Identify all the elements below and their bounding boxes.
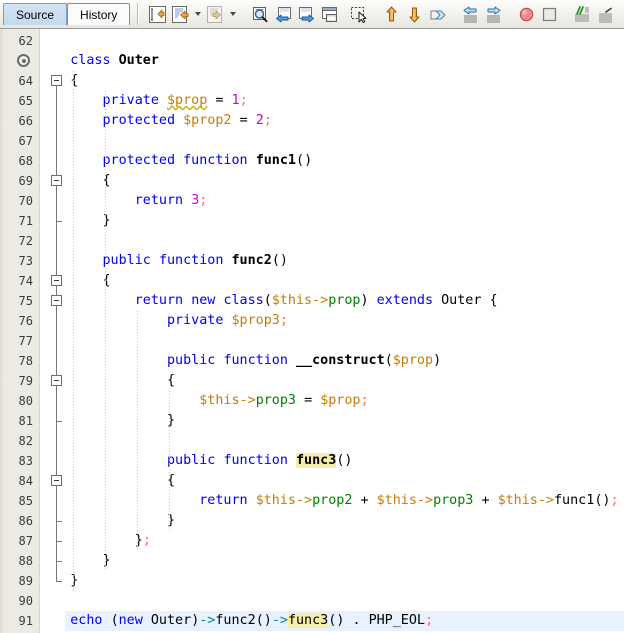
toolbar-gap-5 bbox=[505, 3, 514, 25]
code-line[interactable]: private $prop3; bbox=[65, 311, 624, 331]
line-number: 64 bbox=[18, 74, 33, 88]
code-line[interactable]: { bbox=[65, 471, 624, 491]
indent-guide bbox=[169, 391, 170, 531]
line-number: 89 bbox=[18, 574, 33, 588]
line-number: 79 bbox=[18, 374, 33, 388]
code-line[interactable]: public function func2() bbox=[65, 251, 624, 271]
code-line[interactable] bbox=[65, 591, 624, 611]
line-number: 84 bbox=[18, 474, 33, 488]
indent-guide bbox=[105, 91, 106, 571]
toggle-rectangular-selection-icon[interactable] bbox=[347, 3, 369, 25]
line-number: 70 bbox=[18, 194, 33, 208]
line-number: 73 bbox=[18, 254, 33, 268]
code-line[interactable]: { bbox=[65, 171, 624, 191]
code-line[interactable]: }; bbox=[65, 531, 624, 551]
last-edit-icon[interactable] bbox=[146, 3, 168, 25]
code-line[interactable] bbox=[65, 231, 624, 251]
code-line[interactable]: } bbox=[65, 211, 624, 231]
stop-macro-recording-icon[interactable] bbox=[538, 3, 560, 25]
line-number: 66 bbox=[18, 114, 33, 128]
bookmark-marker[interactable] bbox=[17, 54, 30, 67]
toolbar-separator-1 bbox=[137, 3, 140, 25]
line-number: 78 bbox=[18, 354, 33, 368]
line-number: 82 bbox=[18, 434, 33, 448]
code-line[interactable]: echo (new Outer)->func2()->func3() . PHP… bbox=[65, 611, 624, 631]
code-line[interactable]: { bbox=[65, 271, 624, 291]
toolbar-gap-2 bbox=[341, 3, 346, 25]
line-number: 62 bbox=[18, 34, 33, 48]
line-number: 86 bbox=[18, 514, 33, 528]
code-line[interactable]: private $prop = 1; bbox=[65, 91, 624, 111]
line-number: 67 bbox=[18, 134, 33, 148]
toggle-highlight-icon[interactable] bbox=[426, 3, 448, 25]
code-line[interactable]: { bbox=[65, 371, 624, 391]
back-in-document-icon[interactable] bbox=[169, 3, 191, 25]
shift-line-left-icon[interactable] bbox=[459, 3, 481, 25]
shift-line-right-icon[interactable] bbox=[482, 3, 504, 25]
code-editor-area[interactable]: 62 64 65 66 67 68 69 70 71 72 73 74 75 76 77 78 79 80 81 82… bbox=[0, 29, 624, 633]
line-number: 72 bbox=[18, 234, 33, 248]
code-line[interactable]: public function func3() bbox=[65, 451, 624, 471]
code-line[interactable]: { bbox=[65, 71, 624, 91]
tab-history[interactable]: History bbox=[67, 3, 131, 25]
code-line[interactable]: public function __construct($prop) bbox=[65, 351, 624, 371]
line-number: 71 bbox=[18, 214, 33, 228]
previous-bookmark-icon[interactable] bbox=[272, 3, 294, 25]
line-number: 75 bbox=[18, 294, 33, 308]
line-number: 87 bbox=[18, 534, 33, 548]
code-line[interactable]: return 3; bbox=[65, 191, 624, 211]
code-line[interactable] bbox=[65, 431, 624, 451]
code-text-column[interactable]: class Outer { private $prop = 1; protect… bbox=[65, 29, 624, 633]
view-tabs: Source History bbox=[0, 0, 131, 28]
line-number: 76 bbox=[18, 314, 33, 328]
line-number: 88 bbox=[18, 554, 33, 568]
code-line[interactable]: } bbox=[65, 511, 624, 531]
code-line[interactable]: protected function func1() bbox=[65, 151, 624, 171]
toolbar-buttons bbox=[144, 0, 616, 28]
editor-window: Source History 62 64 65 66 67 68 69 70 7… bbox=[0, 0, 624, 633]
line-number: 85 bbox=[18, 494, 33, 508]
toolbar-gap-1 bbox=[239, 3, 248, 25]
toolbar-gap-4 bbox=[449, 3, 458, 25]
editor-toolbar: Source History bbox=[0, 0, 624, 29]
code-line[interactable]: } bbox=[65, 571, 624, 591]
line-number: 83 bbox=[18, 454, 33, 468]
comment-icon[interactable] bbox=[571, 3, 593, 25]
forward-in-document-dropdown-icon[interactable] bbox=[227, 3, 238, 25]
back-in-document-dropdown-icon[interactable] bbox=[192, 3, 203, 25]
indent-guide bbox=[73, 71, 74, 591]
toggle-bookmark-icon[interactable] bbox=[318, 3, 340, 25]
start-macro-recording-icon[interactable] bbox=[515, 3, 537, 25]
line-number: 81 bbox=[18, 414, 33, 428]
code-line[interactable] bbox=[65, 131, 624, 151]
code-line[interactable]: $this->prop3 = $prop; bbox=[65, 391, 624, 411]
code-line[interactable]: return new class($this->prop) extends Ou… bbox=[65, 291, 624, 311]
next-bookmark-icon[interactable] bbox=[295, 3, 317, 25]
uncomment-icon[interactable] bbox=[594, 3, 616, 25]
line-number: 90 bbox=[18, 594, 33, 608]
code-line[interactable]: return $this->prop2 + $this->prop3 + $th… bbox=[65, 491, 624, 511]
line-number: 69 bbox=[18, 174, 33, 188]
indent-guide bbox=[137, 311, 138, 551]
code-line[interactable]: class Outer bbox=[65, 51, 624, 71]
next-error-icon[interactable] bbox=[403, 3, 425, 25]
toolbar-gap-3 bbox=[370, 3, 379, 25]
line-number: 91 bbox=[18, 614, 33, 628]
code-line[interactable] bbox=[65, 331, 624, 351]
code-line[interactable] bbox=[65, 31, 624, 51]
toolbar-gap-6 bbox=[561, 3, 570, 25]
line-number: 68 bbox=[18, 154, 33, 168]
code-line[interactable]: } bbox=[65, 411, 624, 431]
line-number: 74 bbox=[18, 274, 33, 288]
line-number-gutter[interactable]: 62 64 65 66 67 68 69 70 71 72 73 74 75 76 77 78 79 80 81 82… bbox=[0, 29, 40, 633]
line-number: 80 bbox=[18, 394, 33, 408]
code-line[interactable]: protected $prop2 = 2; bbox=[65, 111, 624, 131]
tab-source[interactable]: Source bbox=[3, 3, 68, 25]
previous-error-icon[interactable] bbox=[380, 3, 402, 25]
forward-in-document-icon[interactable] bbox=[204, 3, 226, 25]
code-line[interactable]: } bbox=[65, 551, 624, 571]
line-number: 65 bbox=[18, 94, 33, 108]
find-selection-icon[interactable] bbox=[249, 3, 271, 25]
line-number: 77 bbox=[18, 334, 33, 348]
